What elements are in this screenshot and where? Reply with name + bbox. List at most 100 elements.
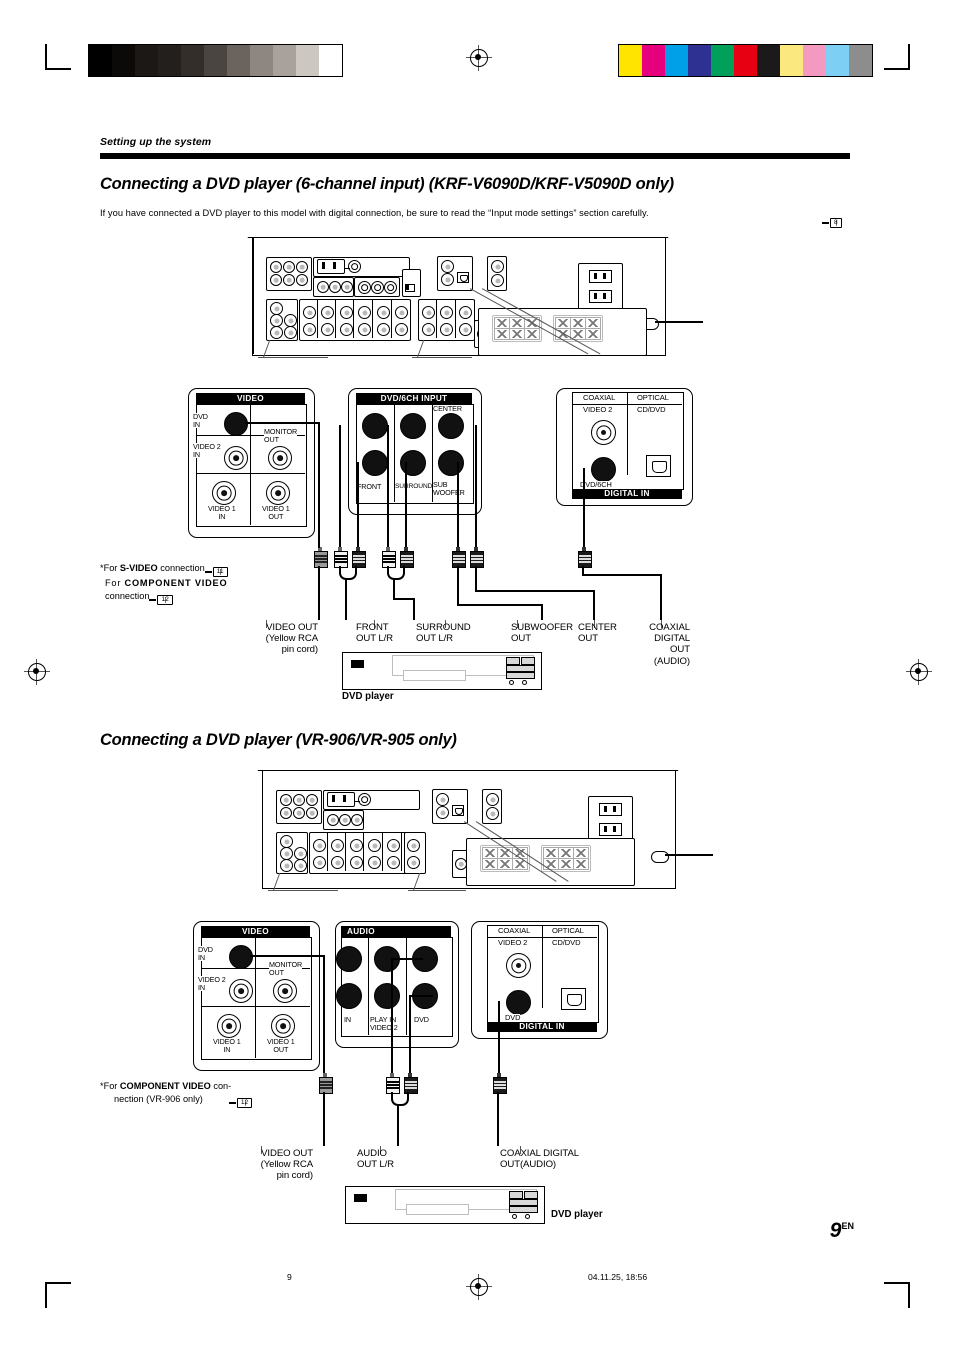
color-swatch-5	[734, 45, 757, 76]
panel1-ac-pin-3	[594, 292, 597, 299]
gray-swatch-3	[158, 45, 181, 76]
section-two-heading: Connecting a DVD player (VR-906/VR-905 o…	[100, 731, 457, 749]
callout-video-1-hdiv2	[196, 473, 305, 475]
wire-surr-l	[387, 425, 389, 547]
digital-2-cddvd-label: CD/DVD	[552, 938, 581, 947]
gray-swatch-9	[296, 45, 319, 76]
panel1-ac-pin-2	[603, 272, 606, 279]
panel2-bank-r1c4	[368, 839, 381, 852]
wire2-audio-l-h	[391, 958, 423, 960]
wire-dvd-in-vert	[318, 422, 320, 548]
dvd6ch-front-jack-bottom	[362, 450, 388, 476]
digital-2-optical-jack	[561, 988, 586, 1010]
footnote-section-two: *For COMPONENT VIDEO con- nection (VR-90…	[100, 1080, 315, 1108]
footer-right: 04.11.25, 18:56	[588, 1272, 648, 1282]
cable-center-v2	[593, 590, 596, 620]
panel1-switch-fill	[405, 284, 409, 290]
crop-mark-bottom-left-h	[45, 1282, 71, 1284]
panel2-ant-pin-2	[343, 795, 346, 802]
gray-swatch-2	[135, 45, 158, 76]
panel1-leader-6ch-2	[412, 357, 472, 359]
video-2-video1-in-jack	[217, 1014, 241, 1038]
footnote-1-ref-11[interactable]: 11	[204, 567, 228, 577]
panel1-6ch-r1c3	[459, 306, 472, 319]
section-one-heading: Connecting a DVD player (6-channel input…	[100, 175, 674, 193]
callout-video-2-hdiv2	[201, 1006, 310, 1008]
footnote-1-line-1: *For S-VIDEO connection 11	[100, 562, 320, 577]
digital-2-video2-label: VIDEO 2	[498, 938, 528, 947]
dvd-player-led-2a	[512, 1214, 517, 1219]
panel1-ll-3	[270, 326, 283, 339]
digital-1-coax-video2-jack	[591, 420, 616, 445]
panel1-vout-1	[358, 281, 371, 294]
panel1-spk-6	[524, 328, 540, 340]
panel1-rca-b2	[329, 281, 341, 293]
cable-surround-h	[393, 598, 415, 601]
cable2-coax	[497, 1092, 500, 1146]
video-1-video1-in-label: VIDEO 1 IN	[208, 504, 236, 521]
panel2-power-cord-loop	[651, 851, 669, 863]
dvd-player-button-2d	[509, 1206, 538, 1213]
panel1-power-cord	[655, 321, 703, 323]
color-swatch-0	[619, 45, 642, 76]
gray-swatch-4	[181, 45, 204, 76]
panel2-power-cord	[665, 854, 713, 856]
panel1-vout-2	[371, 281, 384, 294]
cable-surround-run	[393, 578, 396, 600]
callout-digital-1-title: DIGITAL IN	[572, 489, 682, 499]
audio-in-label: IN	[344, 1015, 351, 1024]
dvd6ch-front-jack-top	[362, 413, 388, 439]
panel1-bank-div-4	[372, 300, 374, 338]
digital-2-optical-label: OPTICAL	[552, 926, 584, 935]
wire-subwoofer	[457, 462, 459, 547]
gray-swatch-8	[273, 45, 296, 76]
callout-video-1-title: VIDEO	[196, 393, 305, 404]
color-calibration-bar	[618, 44, 873, 77]
panel2-coax-in-2	[436, 806, 449, 819]
cable-sub-h	[457, 604, 543, 607]
gray-swatch-6	[227, 45, 250, 76]
panel1-main-jack-bank	[299, 299, 411, 341]
panel1-bank-div-2	[335, 300, 337, 338]
footnote-2-line-2: nection (VR-906 only) 12	[100, 1093, 315, 1108]
panel1-bank-r1c5	[377, 306, 390, 319]
panel2-rca-a5	[293, 807, 305, 819]
panel1-spk-4	[494, 328, 510, 340]
panel1-bank-r2c2	[321, 323, 334, 336]
book-icon: 8	[830, 218, 842, 228]
panel2-ac-pin-4	[613, 825, 616, 832]
dvd6ch-surround-label: SURROUND	[395, 483, 433, 491]
panel1-spk-12	[585, 328, 601, 340]
crop-mark-bottom-right-h	[884, 1282, 910, 1284]
cable-surround-y	[387, 566, 405, 580]
video-1-dvd-in-jack	[224, 412, 248, 436]
footnote-1-ref-12[interactable]: 12	[149, 594, 173, 605]
crop-mark-top-left-h	[45, 68, 71, 70]
panel1-leader-video-2	[258, 357, 328, 359]
panel2-spk-11	[558, 858, 574, 870]
callout-audio-div2	[406, 937, 408, 1035]
dvd6ch-center-label: CENTER	[433, 404, 462, 413]
panel2-rca-b1	[327, 814, 339, 826]
panel2-aux-1	[486, 793, 499, 806]
video-1-monitor-out-label: MONITOR OUT	[264, 427, 298, 444]
panel1-6ch-div-2	[455, 300, 457, 338]
callout-digital-2-vrule	[542, 925, 544, 1008]
out-label-coaxial-1: COAXIAL DIGITAL OUT (AUDIO)	[649, 622, 690, 667]
registration-mark-top	[466, 45, 492, 71]
wire-front-r	[357, 462, 359, 547]
video-2-dvd-in-jack	[229, 945, 253, 969]
panel1-fm-coax	[348, 260, 361, 273]
panel2-bank-r2c4	[368, 856, 381, 869]
dvd-player-led-1a	[509, 680, 514, 685]
wire2-coax	[498, 1001, 500, 1073]
digital-1-video2-label: VIDEO 2	[583, 405, 613, 414]
panel2-leader-audio-2	[408, 890, 466, 892]
crop-mark-top-right-v	[908, 44, 910, 70]
intro-page-reference[interactable]: 8	[822, 209, 842, 228]
footnote-2-ref-12[interactable]: 12	[228, 1097, 253, 1108]
panel2-ll-5	[294, 859, 307, 872]
dvd-player-display-2	[354, 1194, 367, 1202]
panel1-rca-a1	[270, 261, 282, 273]
audio-playin-label: PLAY IN VIDEO 2	[370, 1015, 398, 1032]
